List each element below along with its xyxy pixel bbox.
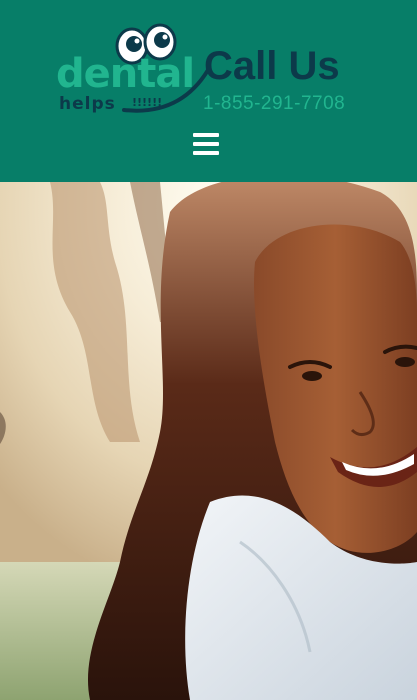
menu-bar-middle <box>193 142 219 146</box>
smile-swoosh-icon <box>122 68 210 113</box>
hero-photo <box>0 182 417 700</box>
phone-number-link[interactable]: 1-855-291-7708 <box>203 94 345 113</box>
page: dental helps !!!!!! Call Us 1-855-291-77… <box>0 0 417 700</box>
dental-helps-logo[interactable]: dental helps !!!!!! Call Us 1-855-291-77… <box>54 18 354 120</box>
menu-bar-top <box>193 133 219 137</box>
hero-image <box>0 182 417 700</box>
logo-subword: helps <box>59 94 116 114</box>
site-header: dental helps !!!!!! Call Us 1-855-291-77… <box>0 0 417 182</box>
hamburger-menu-button[interactable] <box>190 130 222 160</box>
call-us-heading: Call Us <box>204 44 340 88</box>
menu-bar-bottom <box>193 151 219 155</box>
